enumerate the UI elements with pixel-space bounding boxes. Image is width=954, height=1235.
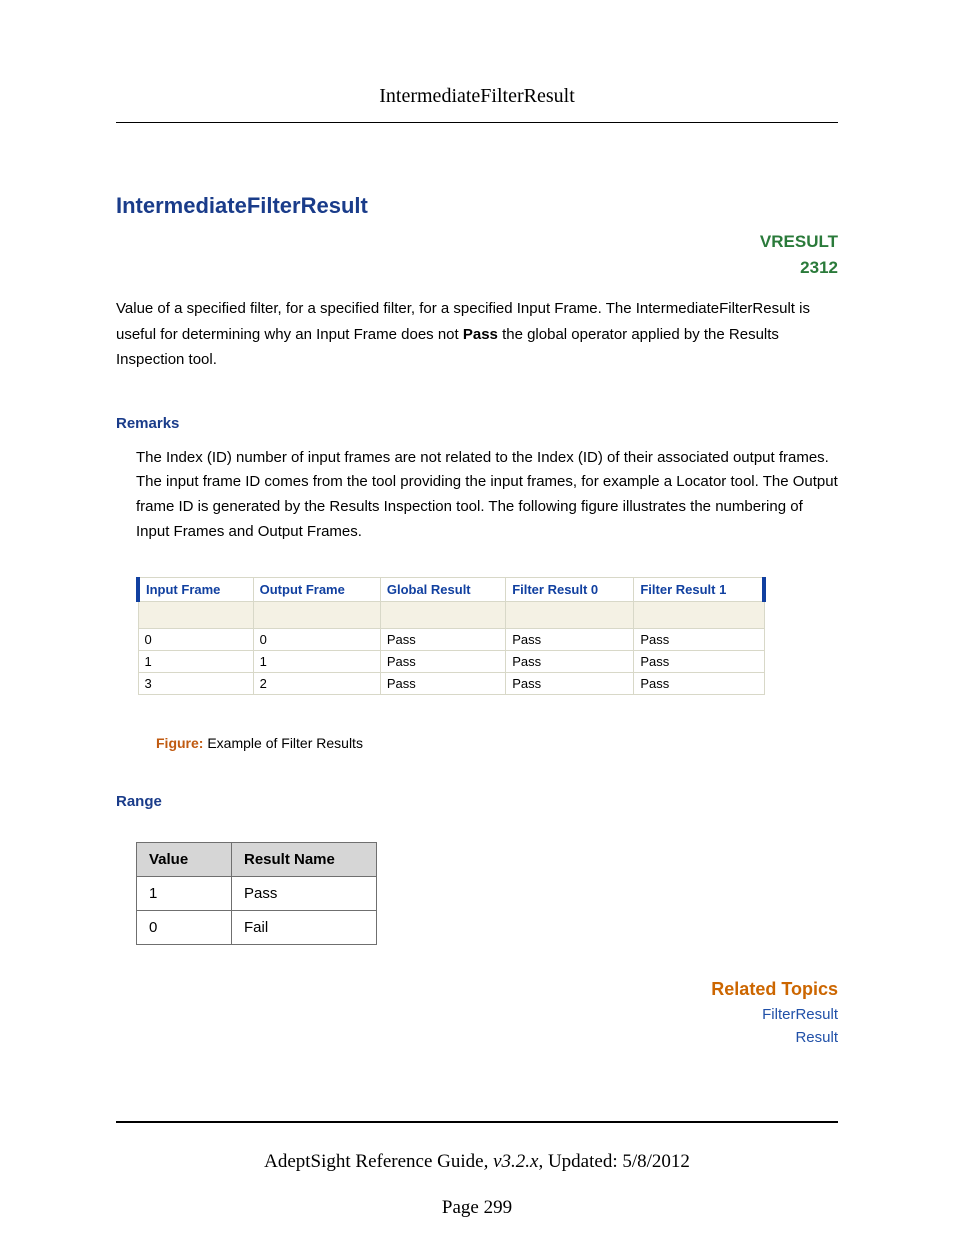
footer-rule (116, 1121, 838, 1123)
range-label: Range (116, 793, 838, 810)
col-header: Value (137, 842, 232, 876)
intro-paragraph: Value of a specified filter, for a speci… (116, 296, 838, 373)
related-topics: Related Topics FilterResult Result (116, 979, 838, 1046)
page-title: IntermediateFilterResult (116, 193, 838, 219)
cell: Pass (634, 650, 764, 672)
table-row: 1 1 Pass Pass Pass (138, 650, 764, 672)
running-header: IntermediateFilterResult (116, 85, 838, 122)
cell: Pass (506, 672, 634, 694)
table-header-row: Value Result Name (137, 842, 377, 876)
page-number: Page 299 (0, 1197, 954, 1219)
cell: 0 (253, 628, 380, 650)
figure-caption-label: Figure: (156, 735, 203, 751)
page: IntermediateFilterResult IntermediateFil… (0, 0, 954, 1235)
meta-code: 2312 (116, 255, 838, 281)
footer-updated: , Updated: 5/8/2012 (538, 1151, 689, 1172)
cell: 1 (253, 650, 380, 672)
cell: 1 (137, 876, 232, 910)
col-header: Output Frame (253, 577, 380, 601)
cell: Pass (380, 672, 505, 694)
table-header-row: Input Frame Output Frame Global Result F… (138, 577, 764, 601)
body: IntermediateFilterResult VRESULT 2312 Va… (116, 123, 838, 1046)
cell: Pass (634, 628, 764, 650)
cell: Pass (380, 650, 505, 672)
footer-text: AdeptSight Reference Guide, v3.2.x, Upda… (0, 1151, 954, 1173)
cell: 0 (138, 628, 253, 650)
figure-caption: Figure: Example of Filter Results (156, 735, 838, 751)
cell: Pass (232, 876, 377, 910)
col-header: Result Name (232, 842, 377, 876)
cell: 1 (138, 650, 253, 672)
cell: Pass (506, 650, 634, 672)
figure-caption-text: Example of Filter Results (203, 735, 363, 751)
col-header: Input Frame (138, 577, 253, 601)
col-header: Filter Result 1 (634, 577, 764, 601)
footer-version: , v3.2.x (484, 1151, 539, 1172)
table-row: 3 2 Pass Pass Pass (138, 672, 764, 694)
cell: 0 (137, 910, 232, 944)
col-header: Global Result (380, 577, 505, 601)
figure-table: Input Frame Output Frame Global Result F… (136, 577, 766, 695)
table-row: 0 0 Pass Pass Pass (138, 628, 764, 650)
cell: 2 (253, 672, 380, 694)
intro-bold: Pass (463, 326, 498, 343)
cell: Fail (232, 910, 377, 944)
meta-block: VRESULT 2312 (116, 229, 838, 280)
table-row: 0 Fail (137, 910, 377, 944)
related-title: Related Topics (116, 979, 838, 1000)
table-spacer-row (138, 601, 764, 628)
footer-doc-title: AdeptSight Reference Guide (264, 1151, 483, 1172)
table-row: 1 Pass (137, 876, 377, 910)
meta-type: VRESULT (116, 229, 838, 255)
cell: 3 (138, 672, 253, 694)
cell: Pass (506, 628, 634, 650)
related-link[interactable]: FilterResult (116, 1006, 838, 1023)
col-header: Filter Result 0 (506, 577, 634, 601)
related-link[interactable]: Result (116, 1029, 838, 1046)
cell: Pass (634, 672, 764, 694)
cell: Pass (380, 628, 505, 650)
remarks-text: The Index (ID) number of input frames ar… (136, 446, 838, 545)
remarks-label: Remarks (116, 415, 838, 432)
range-table: Value Result Name 1 Pass 0 Fail (136, 842, 377, 945)
